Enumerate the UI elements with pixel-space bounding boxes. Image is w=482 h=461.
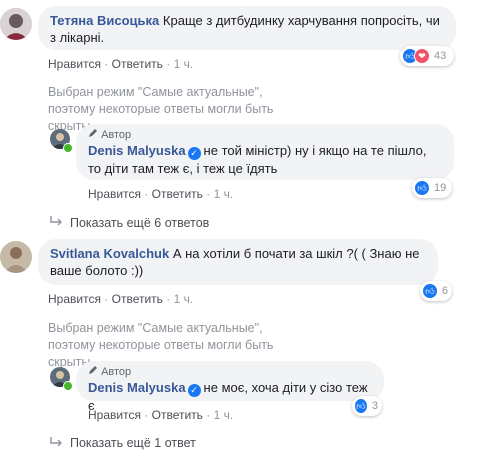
verified-icon: ✓ — [187, 147, 201, 160]
online-indicator — [63, 143, 73, 153]
show-more-replies-link[interactable]: Показать ещё 1 ответ — [70, 436, 196, 450]
timestamp[interactable]: 1 ч. — [174, 292, 194, 306]
reaction-count: 6 — [441, 285, 448, 297]
reply-actions: Нравится · Ответить · 1 ч. — [88, 187, 234, 201]
like-link[interactable]: Нравится — [48, 57, 101, 71]
like-icon: 👍︎ — [354, 398, 368, 414]
reply-bubble: Автор Denis Malyuska ✓ не той міністр) ну … — [76, 124, 454, 180]
comment-bubble: Svitlana Kovalchuk А на хотіли б почати … — [38, 239, 438, 285]
avatar[interactable] — [0, 241, 32, 273]
avatar[interactable] — [0, 8, 32, 40]
author-badge: Автор — [88, 365, 372, 379]
like-icon: 👍︎ — [422, 283, 438, 299]
timestamp[interactable]: 1 ч. — [214, 408, 234, 422]
reply-arrow-icon — [50, 437, 62, 447]
timestamp[interactable]: 1 ч. — [174, 57, 194, 71]
show-more-replies-link[interactable]: Показать ещё 6 ответов — [70, 216, 209, 230]
reaction-count: 3 — [371, 400, 378, 412]
reaction-summary[interactable]: 👍︎ 3 — [352, 396, 382, 416]
reply-arrow-icon — [50, 216, 62, 226]
reply-link[interactable]: Ответить — [152, 408, 203, 422]
reaction-count: 19 — [434, 182, 447, 194]
reply-link[interactable]: Ответить — [112, 292, 163, 306]
reply-author[interactable]: Denis Malyuska — [88, 143, 186, 158]
reaction-summary[interactable]: 👍︎ 6 — [420, 281, 452, 301]
reaction-summary[interactable]: 👍︎ 19 — [412, 178, 452, 198]
reply-bubble: Автор Denis Malyuska ✓ не моє, хоча діти у… — [76, 361, 384, 413]
author-badge: Автор — [88, 128, 442, 142]
comment-actions: Нравится · Ответить · 1 ч. — [48, 292, 194, 306]
comment-author[interactable]: Svitlana Kovalchuk — [50, 246, 169, 261]
timestamp[interactable]: 1 ч. — [214, 187, 234, 201]
like-link[interactable]: Нравится — [48, 292, 101, 306]
verified-icon: ✓ — [187, 384, 201, 397]
reply-link[interactable]: Ответить — [112, 57, 163, 71]
love-icon: ❤︎ — [414, 48, 430, 64]
reply-link[interactable]: Ответить — [152, 187, 203, 201]
reaction-count: 43 — [434, 50, 447, 62]
comment-bubble: Тетяна Висоцька Краще з дитбудинку харчу… — [38, 6, 456, 50]
online-indicator — [63, 381, 73, 391]
like-link[interactable]: Нравится — [88, 408, 141, 422]
like-link[interactable]: Нравится — [88, 187, 141, 201]
comment-actions: Нравится · Ответить · 1 ч. — [48, 57, 194, 71]
comment-author[interactable]: Тетяна Висоцька — [50, 13, 159, 28]
reply-actions: Нравится · Ответить · 1 ч. — [88, 408, 234, 422]
reply-author[interactable]: Denis Malyuska — [88, 380, 186, 395]
pencil-icon — [89, 129, 97, 137]
pencil-icon — [89, 366, 97, 374]
like-icon: 👍︎ — [414, 180, 430, 196]
reaction-summary[interactable]: 👍︎ ❤︎ 43 — [400, 46, 454, 66]
